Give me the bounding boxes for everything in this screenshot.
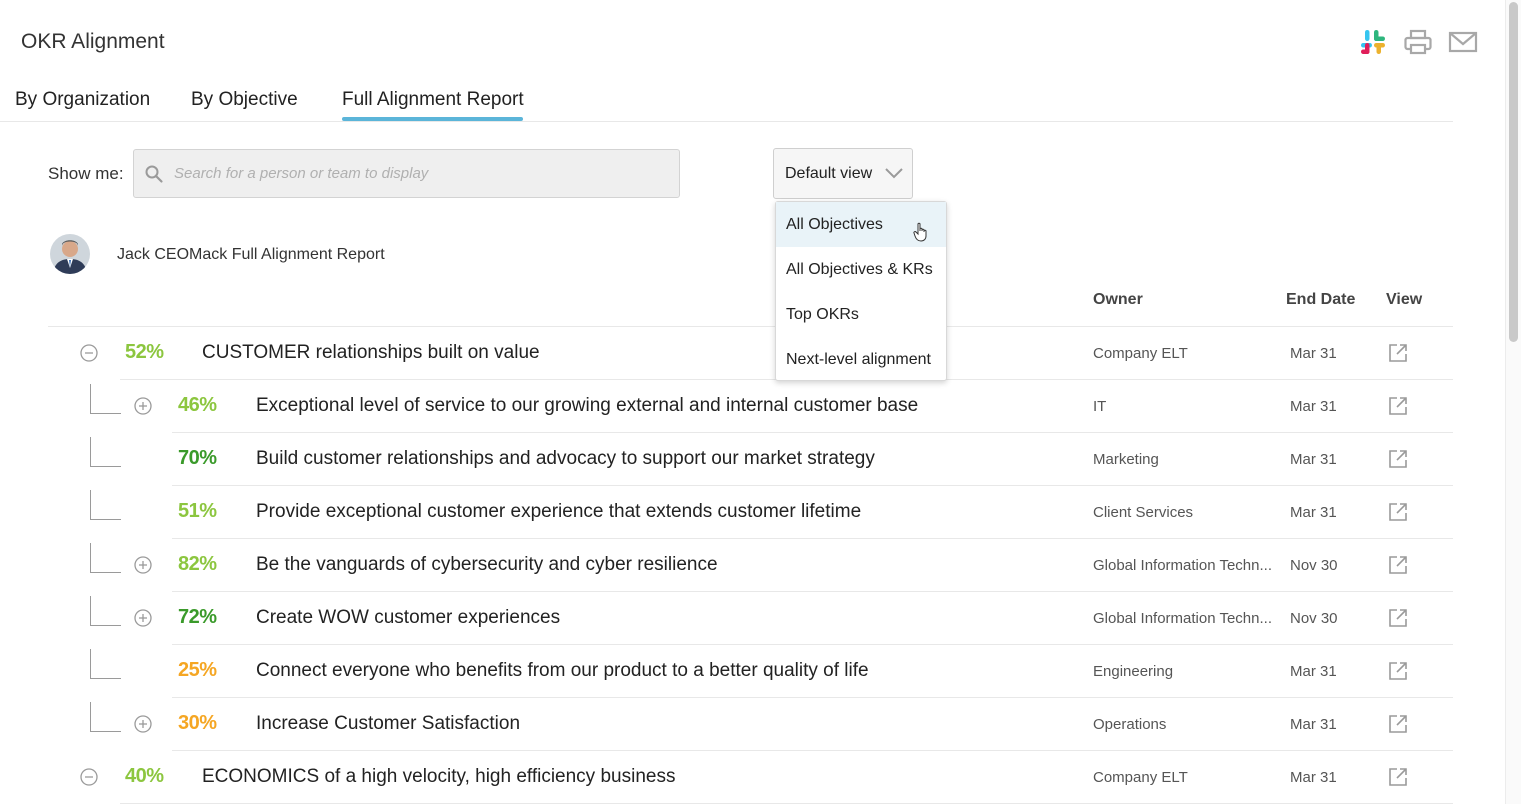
tree-connector bbox=[90, 437, 121, 467]
objective-title[interactable]: ECONOMICS of a high velocity, high effic… bbox=[202, 766, 675, 788]
external-link-icon[interactable] bbox=[1388, 502, 1408, 522]
tree-connector bbox=[90, 649, 121, 679]
view-dropdown-menu: All Objectives All Objectives & KRs Top … bbox=[775, 201, 947, 381]
external-link-icon[interactable] bbox=[1388, 661, 1408, 681]
objective-title[interactable]: Build customer relationships and advocac… bbox=[256, 448, 875, 470]
expand-icon[interactable] bbox=[134, 609, 152, 627]
owner-cell: Operations bbox=[1093, 716, 1167, 733]
tree-connector bbox=[90, 384, 121, 414]
end-date-cell: Nov 30 bbox=[1290, 557, 1338, 574]
owner-cell: Marketing bbox=[1093, 451, 1159, 468]
owner-cell: Engineering bbox=[1093, 663, 1174, 680]
external-link-icon[interactable] bbox=[1388, 449, 1408, 469]
end-date-cell: Mar 31 bbox=[1290, 716, 1337, 733]
menu-item-next-level-alignment[interactable]: Next-level alignment bbox=[776, 337, 946, 382]
hand-cursor-icon bbox=[913, 222, 927, 242]
menu-item-all-objectives[interactable]: All Objectives bbox=[776, 202, 946, 247]
printer-icon[interactable] bbox=[1402, 26, 1434, 58]
view-select-label: Default view bbox=[785, 165, 873, 182]
row-divider bbox=[172, 591, 1453, 592]
end-date-cell: Mar 31 bbox=[1290, 504, 1337, 521]
end-date-cell: Mar 31 bbox=[1290, 398, 1337, 415]
owner-cell: Company ELT bbox=[1093, 769, 1188, 786]
end-date-cell: Mar 31 bbox=[1290, 663, 1337, 680]
end-date-cell: Mar 31 bbox=[1290, 451, 1337, 468]
objective-title[interactable]: CUSTOMER relationships built on value bbox=[202, 342, 540, 364]
row-divider bbox=[172, 485, 1453, 486]
expand-icon[interactable] bbox=[134, 715, 152, 733]
end-date-column-header: End Date bbox=[1286, 291, 1356, 308]
owner-cell: Client Services bbox=[1093, 504, 1194, 521]
objective-title[interactable]: Provide exceptional customer experience … bbox=[256, 501, 861, 523]
external-link-icon[interactable] bbox=[1388, 714, 1408, 734]
objective-title[interactable]: Increase Customer Satisfaction bbox=[256, 713, 520, 735]
chevron-down-icon bbox=[885, 168, 903, 179]
external-link-icon[interactable] bbox=[1388, 767, 1408, 787]
view-select[interactable]: Default view bbox=[773, 148, 913, 199]
end-date-cell: Mar 31 bbox=[1290, 769, 1337, 786]
tree-connector bbox=[90, 490, 121, 520]
header-divider bbox=[48, 326, 1453, 327]
row-divider bbox=[172, 644, 1453, 645]
mail-icon[interactable] bbox=[1447, 26, 1479, 58]
report-title: Jack CEOMack Full Alignment Report bbox=[117, 246, 385, 263]
menu-item-top-okrs[interactable]: Top OKRs bbox=[776, 292, 946, 337]
owner-column-header: Owner bbox=[1093, 291, 1143, 308]
external-link-icon[interactable] bbox=[1388, 343, 1408, 363]
row-divider bbox=[172, 538, 1453, 539]
end-date-cell: Mar 31 bbox=[1290, 345, 1337, 362]
progress-percent: 72% bbox=[178, 606, 217, 628]
menu-item-label: All Objectives bbox=[786, 216, 883, 233]
progress-percent: 51% bbox=[178, 500, 217, 522]
tab-full-alignment-report[interactable]: Full Alignment Report bbox=[342, 89, 524, 111]
view-column-header: View bbox=[1386, 291, 1423, 308]
owner-cell: Company ELT bbox=[1093, 345, 1188, 362]
row-divider bbox=[172, 750, 1453, 751]
search-input[interactable] bbox=[174, 150, 664, 197]
scrollbar-thumb[interactable] bbox=[1509, 2, 1518, 342]
expand-icon[interactable] bbox=[134, 556, 152, 574]
owner-cell: IT bbox=[1093, 398, 1107, 415]
menu-item-all-objectives-krs[interactable]: All Objectives & KRs bbox=[776, 247, 946, 292]
row-divider bbox=[172, 432, 1453, 433]
progress-percent: 46% bbox=[178, 394, 217, 416]
tree-connector bbox=[90, 596, 121, 626]
avatar bbox=[50, 234, 90, 274]
collapse-icon[interactable] bbox=[80, 768, 98, 786]
objective-title[interactable]: Exceptional level of service to our grow… bbox=[256, 395, 918, 417]
progress-percent: 40% bbox=[125, 765, 164, 787]
search-icon bbox=[145, 165, 163, 183]
collapse-icon[interactable] bbox=[80, 344, 98, 362]
expand-icon[interactable] bbox=[134, 397, 152, 415]
tree-connector bbox=[90, 543, 121, 573]
progress-percent: 52% bbox=[125, 341, 164, 363]
tab-by-objective[interactable]: By Objective bbox=[191, 89, 298, 111]
external-link-icon[interactable] bbox=[1388, 608, 1408, 628]
show-me-label: Show me: bbox=[48, 164, 124, 183]
progress-percent: 30% bbox=[178, 712, 217, 734]
end-date-cell: Nov 30 bbox=[1290, 610, 1338, 627]
page-title: OKR Alignment bbox=[21, 30, 165, 53]
tabs-divider bbox=[0, 121, 1453, 122]
tree-connector bbox=[90, 702, 121, 732]
slack-icon[interactable] bbox=[1357, 26, 1389, 58]
objective-title[interactable]: Connect everyone who benefits from our p… bbox=[256, 660, 869, 682]
progress-percent: 25% bbox=[178, 659, 217, 681]
objective-title[interactable]: Create WOW customer experiences bbox=[256, 607, 560, 629]
row-divider bbox=[172, 697, 1453, 698]
progress-percent: 82% bbox=[178, 553, 217, 575]
owner-cell: Global Information Techn... bbox=[1093, 610, 1272, 627]
tab-by-organization[interactable]: By Organization bbox=[15, 89, 150, 111]
search-box bbox=[133, 149, 680, 198]
external-link-icon[interactable] bbox=[1388, 555, 1408, 575]
external-link-icon[interactable] bbox=[1388, 396, 1408, 416]
progress-percent: 70% bbox=[178, 447, 217, 469]
owner-cell: Global Information Techn... bbox=[1093, 557, 1272, 574]
objective-title[interactable]: Be the vanguards of cybersecurity and cy… bbox=[256, 554, 718, 576]
